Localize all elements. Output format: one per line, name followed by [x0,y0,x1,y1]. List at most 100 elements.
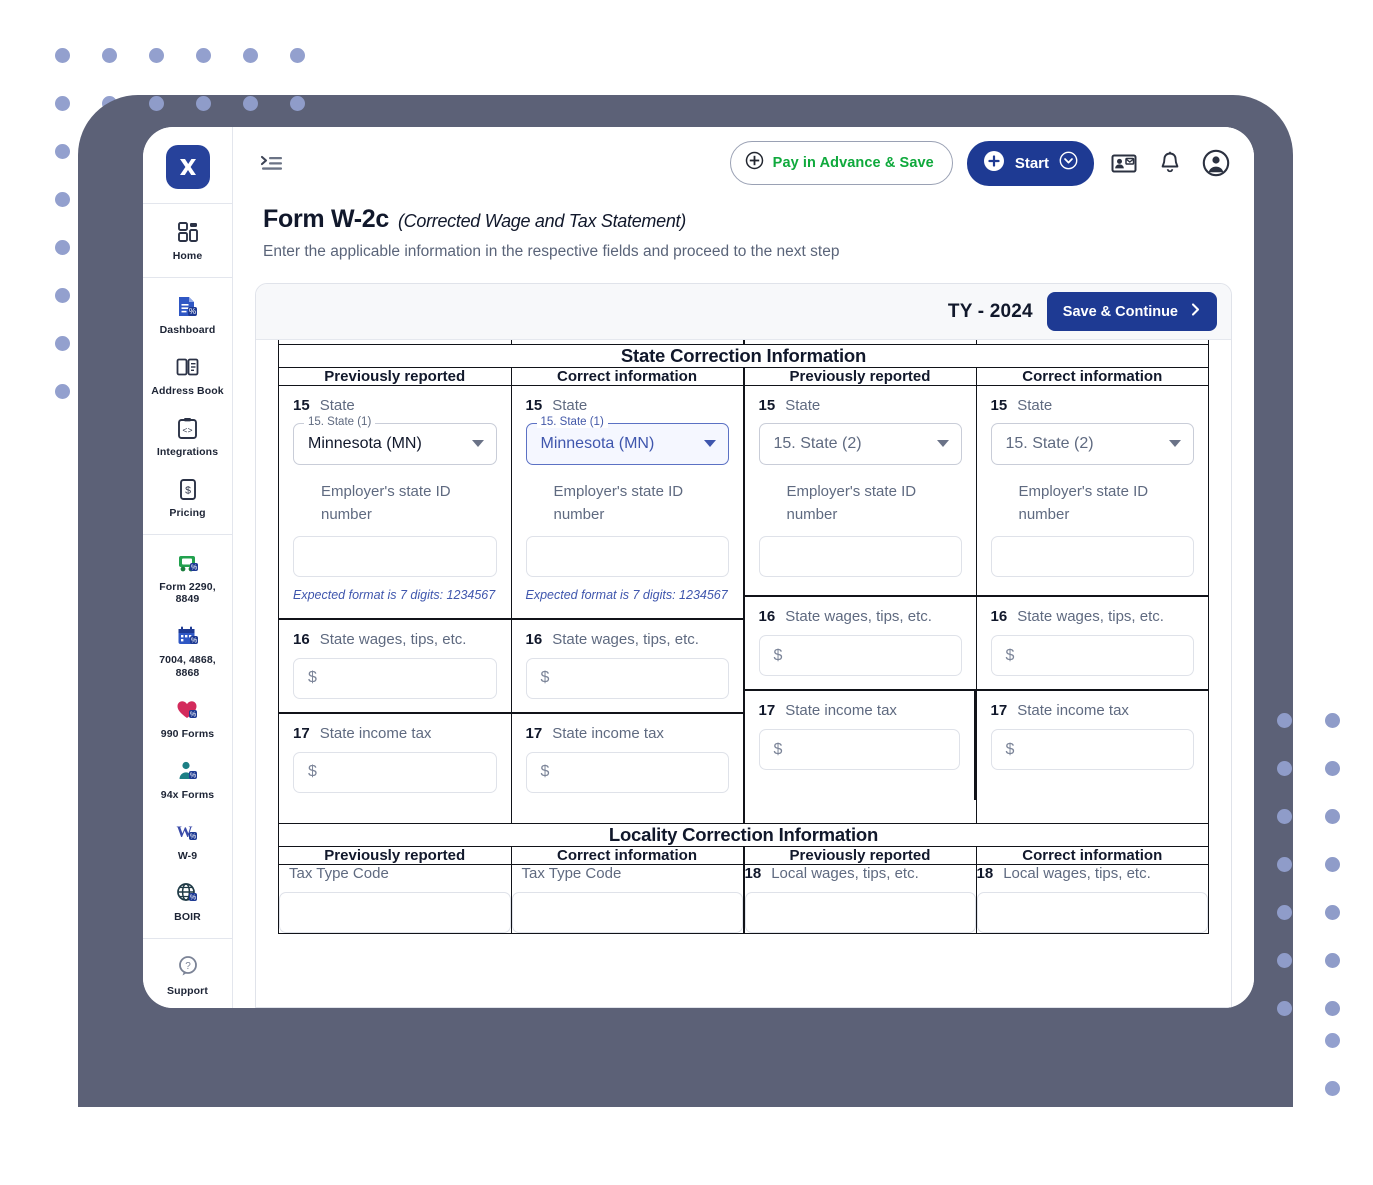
locality-input[interactable] [279,891,511,933]
sidebar-item-label: Address Book [151,385,224,398]
state-income-tax-input[interactable]: $ [293,751,497,793]
document-tax-icon: % [175,293,201,319]
state-wages-group: 16 State wages, tips, etc. $ [745,597,976,689]
decorative-dot [1325,809,1340,824]
field-label: Local wages, tips, etc. [771,864,919,882]
state-right-correct-information-cell: 15 State 15. State (2) Employer's state … [975,384,1209,824]
pay-in-advance-button[interactable]: Pay in Advance & Save [729,141,953,185]
employer-state-id-hint: Expected format is 7 digits: 1234567 [293,588,496,602]
sidebar-item-label: Dashboard [159,324,216,337]
decorative-dot [1325,857,1340,872]
state-income-tax-input[interactable]: $ [990,729,1194,770]
sidebar-item-support[interactable]: ? Support [143,945,232,1006]
field-label: State income tax [1017,702,1129,719]
sidebar-item-label: Integrations [156,446,219,459]
user-avatar-icon[interactable] [1200,147,1232,179]
decorative-dot [55,192,70,207]
app-logo[interactable] [143,137,232,203]
globe-icon: % [175,880,201,906]
state-select[interactable]: 15. State (2) [758,422,962,465]
field-number: 16 [525,630,543,648]
sidebar-item-7004-4868-8868[interactable]: % 7004, 4868, 8868 [143,614,232,687]
start-label: Start [1014,154,1049,172]
sidebar-item-label: Home [172,250,203,262]
contact-card-icon[interactable] [1108,147,1140,179]
field-label: State wages, tips, etc. [319,630,467,648]
state-field-group: 15 State 15. State (1) Minnesota (MN) Em… [512,386,743,618]
locality-input[interactable] [744,891,976,933]
collapse-menu-icon[interactable] [257,148,287,178]
field-number: 16 [758,608,776,625]
state-select-value: 15. State (2) [1005,434,1094,452]
decorative-dot [1325,1081,1340,1096]
field-number: 17 [293,724,310,742]
decorative-dot [243,96,258,111]
save-and-continue-button[interactable]: Save & Continue [1046,292,1217,331]
state-select[interactable]: 15. State (2) [990,422,1194,465]
sidebar-item-94x-forms[interactable]: % 94x Forms [143,749,232,810]
sidebar-item-home[interactable]: Home [143,210,232,271]
state-wages-input[interactable]: $ [990,635,1194,676]
device-frame-base [78,1008,1293,1107]
locality-column-header-row: Previously reported Correct information … [278,845,1209,865]
employer-state-id-label: Employer's state ID number [553,482,684,523]
employer-state-id-input[interactable] [525,536,729,577]
form-card: TY - 2024 Save & Continue State Correcti… [255,283,1232,1008]
locality-cell: 18 Local wages, tips, etc. [742,863,977,934]
person-tax-icon: % [175,758,201,784]
page-title: Form W-2c (Corrected Wage and Tax Statem… [263,205,1224,234]
employer-state-id-input[interactable] [758,536,962,577]
sidebar-item-990-forms[interactable]: % 990 Forms [143,688,232,749]
state-select-value: Minnesota (MN) [540,434,655,452]
address-book-icon [175,354,201,380]
save-and-continue-label: Save & Continue [1062,303,1178,320]
state-body-row: 15 State 15. State (1) Minnesota (MN) Em… [278,384,1209,824]
svg-text:%: % [189,307,196,316]
state-wages-input[interactable]: $ [525,657,729,699]
grid-dashboard-icon [175,219,201,245]
plus-circle-icon [983,150,1005,177]
start-button[interactable]: Start [966,140,1094,186]
state-wages-input[interactable]: $ [293,657,497,699]
locality-cell: 18 Local wages, tips, etc. [975,863,1209,934]
state-income-tax-input[interactable]: $ [525,751,729,793]
locality-section-title-row: Locality Correction Information [278,822,1209,847]
sidebar-item-pricing[interactable]: $ Pricing [143,467,232,528]
field-label: State income tax [552,724,664,742]
locality-cell: Tax Type Code [510,863,744,934]
truck-icon: % [175,550,201,576]
locality-input[interactable] [976,891,1208,933]
state-select-wrap: 15. State (1) Minnesota (MN) [293,415,497,465]
bell-icon[interactable] [1154,147,1186,179]
employer-state-id-input[interactable] [293,536,497,577]
sidebar-item-integrations[interactable]: <> Integrations [143,406,232,467]
field-number: 15 [293,396,310,414]
sidebar-item-w9[interactable]: W% W-9 [143,810,232,871]
sidebar-item-label: 990 Forms [160,727,215,740]
state-section-title-row: State Correction Information [278,343,1209,368]
calendar-icon: % [175,623,201,649]
field-label: Local wages, tips, etc. [1003,864,1151,882]
state-wages-input[interactable]: $ [758,635,962,676]
field-label: State wages, tips, etc. [785,608,932,625]
heart-icon: % [175,697,201,723]
sidebar-item-dashboard[interactable]: % Dashboard [143,284,232,345]
state-select[interactable]: Minnesota (MN) [293,422,497,465]
field-label: Tax Type Code [289,864,389,882]
sidebar-item-address-book[interactable]: Address Book [143,345,232,406]
employer-state-id-input[interactable] [990,536,1194,577]
decorative-dot [1277,1001,1292,1016]
state-col-header-1: Correct information [510,366,744,386]
currency-prefix: $ [773,740,783,758]
decorative-dot [149,96,164,111]
state-wages-group: 16 State wages, tips, etc. $ [977,597,1209,689]
sidebar-item-boir[interactable]: % BOIR [143,871,232,932]
sidebar-item-form-2290-8849[interactable]: % Form 2290, 8849 [143,541,232,614]
state-income-tax-input[interactable]: $ [758,729,960,770]
sidebar: Home % Dashboard Address Book <> Integra… [143,127,233,1008]
decorative-dot [55,144,70,159]
locality-input[interactable] [511,891,743,933]
state-select[interactable]: Minnesota (MN) [525,422,729,465]
field-label: State [319,396,355,414]
svg-text:%: % [189,772,195,779]
